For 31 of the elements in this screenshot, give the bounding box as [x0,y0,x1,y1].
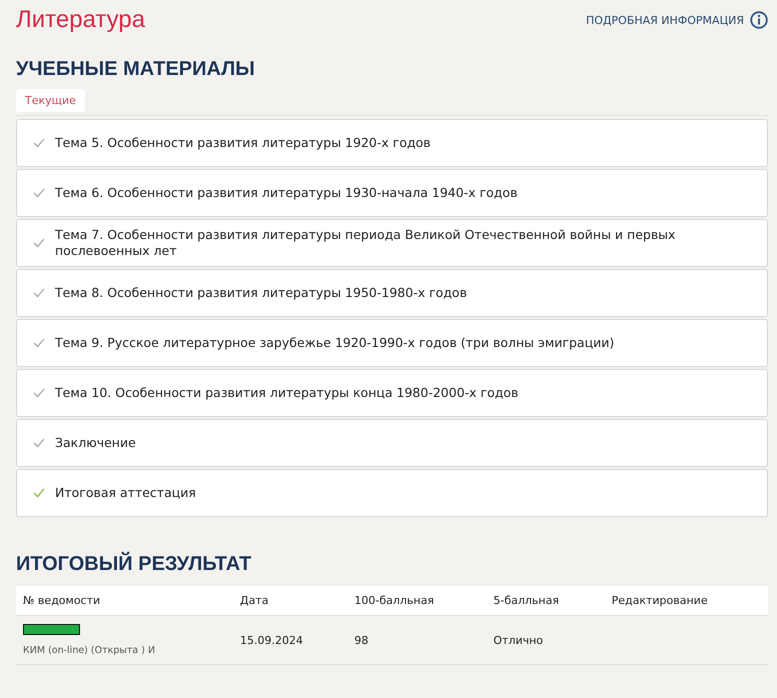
topic-card[interactable]: Тема 5. Особенности развития литературы 1920-х годов [16,119,768,167]
topic-title: Тема 10. Особенности развития литературы конца 1980-2000-х годов [55,385,518,401]
table-cell: 15.09.2024 [240,634,303,646]
section-heading: ИТОГОВЫЙ РЕЗУЛЬТАТ [16,553,252,576]
topic-title: Итоговая аттестация [55,485,196,501]
info-icon[interactable] [750,11,768,29]
topic-card[interactable]: Тема 7. Особенности развития литературы периода Великой Отечественной войны и первых послевоенных лет [16,219,768,267]
topic-card[interactable]: Заключение [16,419,768,467]
info-link[interactable]: ПОДРОБНАЯ ИНФОРМАЦИЯ [586,14,744,26]
topic-card[interactable]: Тема 9. Русское литературное зарубежье 1920-1990-х годов (три волны эмиграции) [16,319,768,367]
column-header: 5-балльная [486,586,605,616]
section-heading: УЧЕБНЫЕ МАТЕРИАЛЫ [16,58,256,81]
tab[interactable]: Текущие [16,89,85,112]
statement-name: КИМ (on-line) (Открыта ) И [23,645,156,656]
column-header: № ведомости [16,586,234,616]
topic-title: Тема 7. Особенности развития литературы периода Великой Отечественной войны и первых послевоенных лет [55,227,676,259]
page-title: Литература [16,6,146,34]
topic-title: Тема 8. Особенности развития литературы 1950-1980-х годов [55,285,467,301]
table-cell: Отлично [493,634,544,646]
topic-title: Тема 9. Русское литературное зарубежье 1920-1990-х годов (три волны эмиграции) [55,335,614,351]
column-header: Дата [233,586,348,616]
topic-card[interactable]: Итоговая аттестация [16,469,768,517]
column-header: Редактирование [604,586,768,616]
topic-title: Тема 5. Особенности развития литературы 1920-х годов [55,135,431,151]
topic-title: Тема 6. Особенности развития литературы 1930-начала 1940-х годов [55,185,518,201]
topic-card[interactable]: Тема 8. Особенности развития литературы 1950-1980-х годов [16,269,768,317]
column-header: 100-балльная [347,586,486,616]
topic-card[interactable]: Тема 6. Особенности развития литературы 1930-начала 1940-х годов [16,169,768,217]
topic-title: Заключение [55,435,136,451]
topic-card[interactable]: Тема 10. Особенности развития литературы конца 1980-2000-х годов [16,369,768,417]
table-cell: 98 [354,634,368,646]
